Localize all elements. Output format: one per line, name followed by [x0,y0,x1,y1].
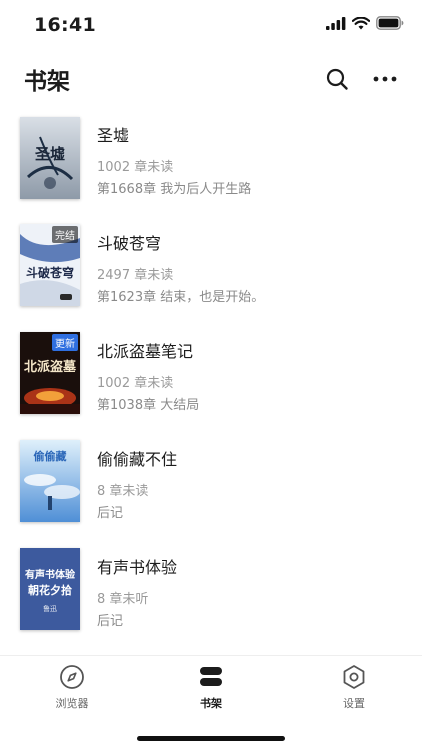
page-title: 书架 [24,69,70,95]
book-cover: 北派盗墓 更新 [20,332,80,414]
book-cover: 有声书体验 朝花夕拾 鲁迅 [20,548,80,630]
search-icon [326,68,348,90]
book-latest-chapter: 后记 [97,614,124,629]
tab-bookshelf[interactable]: 书架 [161,664,261,714]
more-icon [373,76,397,82]
header: 书架 [0,48,422,108]
book-item[interactable]: 北派盗墓 更新 北派盗墓笔记 1002 章未读 第1038章 大结局 [0,324,422,424]
home-indicator [137,736,285,741]
compass-icon [60,665,84,689]
book-title: 北派盗墓笔记 [97,342,194,361]
status-bar: 16:41 [0,0,422,48]
book-item[interactable]: 偷偷藏 偷偷藏不住 8 章未读 后记 [0,432,422,532]
book-latest-chapter: 第1668章 我为后人开生路 [97,182,252,197]
book-unread-count: 8 章未听 [97,592,149,607]
cover-badge: 更新 [52,334,78,351]
tab-label: 浏览器 [55,697,89,710]
tab-bar: 浏览器 书架 设置 [0,655,422,750]
book-cover: 斗破苍穹 完结 [20,224,80,306]
book-latest-chapter: 后记 [97,506,124,521]
book-title: 斗破苍穹 [97,234,162,253]
status-icons [326,16,404,30]
settings-icon [343,665,365,689]
wifi-icon [352,16,370,29]
book-title: 有声书体验 [97,558,178,577]
book-item[interactable]: 有声书体验 朝花夕拾 鲁迅 有声书体验 8 章未听 后记 [0,540,422,640]
cover-subtitle: 朝花夕拾 [28,584,72,597]
more-button[interactable] [370,64,400,94]
battery-icon [376,16,404,30]
status-time: 16:41 [34,14,96,36]
tab-label: 设置 [343,697,365,710]
cover-badge: 完结 [52,226,78,243]
book-unread-count: 8 章未读 [97,484,149,499]
book-latest-chapter: 第1623章 结束，也是开始。 [97,290,265,305]
book-item[interactable]: 圣墟 圣墟 1002 章未读 第1668章 我为后人开生路 [0,108,422,208]
book-title: 圣墟 [97,126,130,145]
signal-icon [326,16,346,30]
book-unread-count: 1002 章未读 [97,376,174,391]
cover-title: 圣墟 [34,145,65,163]
cover-title: 有声书体验 [25,570,75,581]
book-title: 偷偷藏不住 [97,450,178,469]
tab-browser[interactable]: 浏览器 [22,664,122,714]
tab-settings[interactable]: 设置 [304,664,404,714]
search-button[interactable] [322,64,352,94]
book-latest-chapter: 第1038章 大结局 [97,398,200,413]
bookshelf-icon [200,667,222,686]
cover-title: 北派盗墓 [23,360,76,375]
cover-title: 偷偷藏 [33,450,67,463]
cover-title: 斗破苍穹 [25,266,74,280]
tab-label: 书架 [200,697,222,710]
book-unread-count: 1002 章未读 [97,160,174,175]
book-cover: 圣墟 [20,117,80,199]
book-cover: 偷偷藏 [20,440,80,522]
book-item[interactable]: 斗破苍穹 完结 斗破苍穹 2497 章未读 第1623章 结束，也是开始。 [0,216,422,316]
book-unread-count: 2497 章未读 [97,268,174,283]
cover-author: 鲁迅 [43,605,57,613]
